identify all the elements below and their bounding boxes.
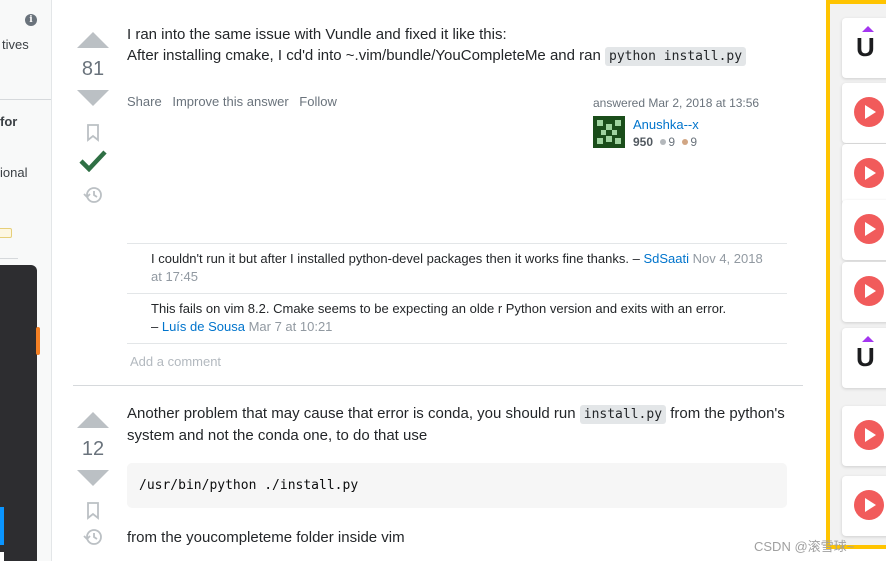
upvote-button[interactable] xyxy=(77,412,109,428)
vote-cell: 12 xyxy=(73,412,113,546)
bookmark-icon[interactable] xyxy=(86,502,100,520)
answer-paragraph: Another problem that may cause that erro… xyxy=(127,403,787,446)
code-block: /usr/bin/python ./install.py xyxy=(127,463,787,508)
blue-button-edge[interactable] xyxy=(0,507,4,545)
ad-card[interactable] xyxy=(842,406,886,466)
answer-paragraph: from the youcompleteme folder inside vim xyxy=(127,529,405,546)
silver-badge-count: 9 xyxy=(668,135,676,149)
sidebar-divider xyxy=(0,99,51,100)
answer-paragraph: I ran into the same issue with Vundle an… xyxy=(127,26,507,43)
comment-user-link[interactable]: SdSaati xyxy=(643,251,689,266)
inline-code: install.py xyxy=(579,405,667,424)
comment-text: I couldn't run it but after I installed … xyxy=(151,251,644,266)
sidebar-fragment: tives xyxy=(2,37,29,52)
identicon-icon xyxy=(593,116,625,148)
inline-code: python install.py xyxy=(605,47,747,66)
sidebar-fragment: for xyxy=(0,114,18,129)
vote-cell: 81 xyxy=(73,32,113,204)
answer-text: Another problem that may cause that erro… xyxy=(127,405,580,422)
reputation-score: 950 xyxy=(633,135,654,149)
left-sidebar: i tives for ional xyxy=(0,0,52,561)
ad-card[interactable] xyxy=(842,83,886,143)
ad-card[interactable] xyxy=(842,262,886,322)
play-icon xyxy=(854,158,884,188)
ad-card[interactable] xyxy=(842,476,886,536)
sidebar-line xyxy=(0,258,18,264)
comment-date[interactable]: Mar 7 at 10:21 xyxy=(245,319,333,334)
bronze-badge-count: 9 xyxy=(690,135,698,149)
user-card: answered Mar 2, 2018 at 13:56 Anushka--x… xyxy=(593,96,783,149)
play-icon xyxy=(854,97,884,127)
add-comment-link[interactable]: Add a comment xyxy=(127,344,787,379)
yellow-tag xyxy=(0,228,12,238)
ad-card[interactable] xyxy=(842,144,886,204)
history-icon[interactable] xyxy=(83,186,103,204)
info-icon[interactable]: i xyxy=(25,14,37,26)
follow-link[interactable]: Follow xyxy=(299,94,337,109)
sidebar-fragment: ional xyxy=(0,165,28,180)
play-icon xyxy=(854,214,884,244)
vote-count: 12 xyxy=(81,438,105,460)
downvote-button[interactable] xyxy=(77,470,109,486)
orange-accent xyxy=(36,327,40,355)
comments-list: I couldn't run it but after I installed … xyxy=(127,243,787,379)
share-link[interactable]: Share xyxy=(127,94,162,109)
ad-card[interactable]: U xyxy=(842,18,886,78)
ad-card[interactable] xyxy=(842,200,886,260)
silver-badge-icon xyxy=(660,139,667,145)
white-edge xyxy=(0,552,4,561)
play-icon xyxy=(854,420,884,450)
comment-user-link[interactable]: Luís de Sousa xyxy=(162,319,245,334)
play-icon xyxy=(854,276,884,306)
comment-dash: – xyxy=(151,319,162,334)
play-icon xyxy=(854,490,884,520)
avatar[interactable] xyxy=(593,116,625,148)
comment: I couldn't run it but after I installed … xyxy=(127,244,787,294)
bookmark-icon[interactable] xyxy=(86,124,100,142)
bronze-badge-icon xyxy=(682,139,689,145)
udemy-icon: U xyxy=(856,342,875,372)
answer-body: Another problem that may cause that erro… xyxy=(127,403,787,548)
user-name-link[interactable]: Anushka--x xyxy=(633,117,699,132)
comment-text: This fails on vim 8.2. Cmake seems to be… xyxy=(151,301,727,316)
downvote-button[interactable] xyxy=(77,90,109,106)
answer-divider xyxy=(73,385,803,386)
answer-text: After installing cmake, I cd'd into ~.vi… xyxy=(127,47,605,64)
ad-card[interactable]: U xyxy=(842,328,886,388)
answer-paragraph: After installing cmake, I cd'd into ~.vi… xyxy=(127,45,787,67)
vote-count: 81 xyxy=(81,58,105,80)
dark-popup-panel xyxy=(0,265,40,561)
udemy-icon: U xyxy=(856,32,875,62)
user-reputation: 950 9 9 xyxy=(633,135,697,149)
accepted-check-icon xyxy=(79,150,107,172)
improve-answer-link[interactable]: Improve this answer xyxy=(172,94,288,109)
comment: This fails on vim 8.2. Cmake seems to be… xyxy=(127,294,787,344)
watermark: CSDN @滚雪球~ xyxy=(754,539,855,554)
upvote-button[interactable] xyxy=(77,32,109,48)
post-menu: Share Improve this answer Follow xyxy=(127,94,344,109)
ad-column: U U xyxy=(826,0,886,549)
action-time: answered Mar 2, 2018 at 13:56 xyxy=(593,96,760,110)
answer-body: I ran into the same issue with Vundle an… xyxy=(127,24,787,67)
history-icon[interactable] xyxy=(83,528,103,546)
